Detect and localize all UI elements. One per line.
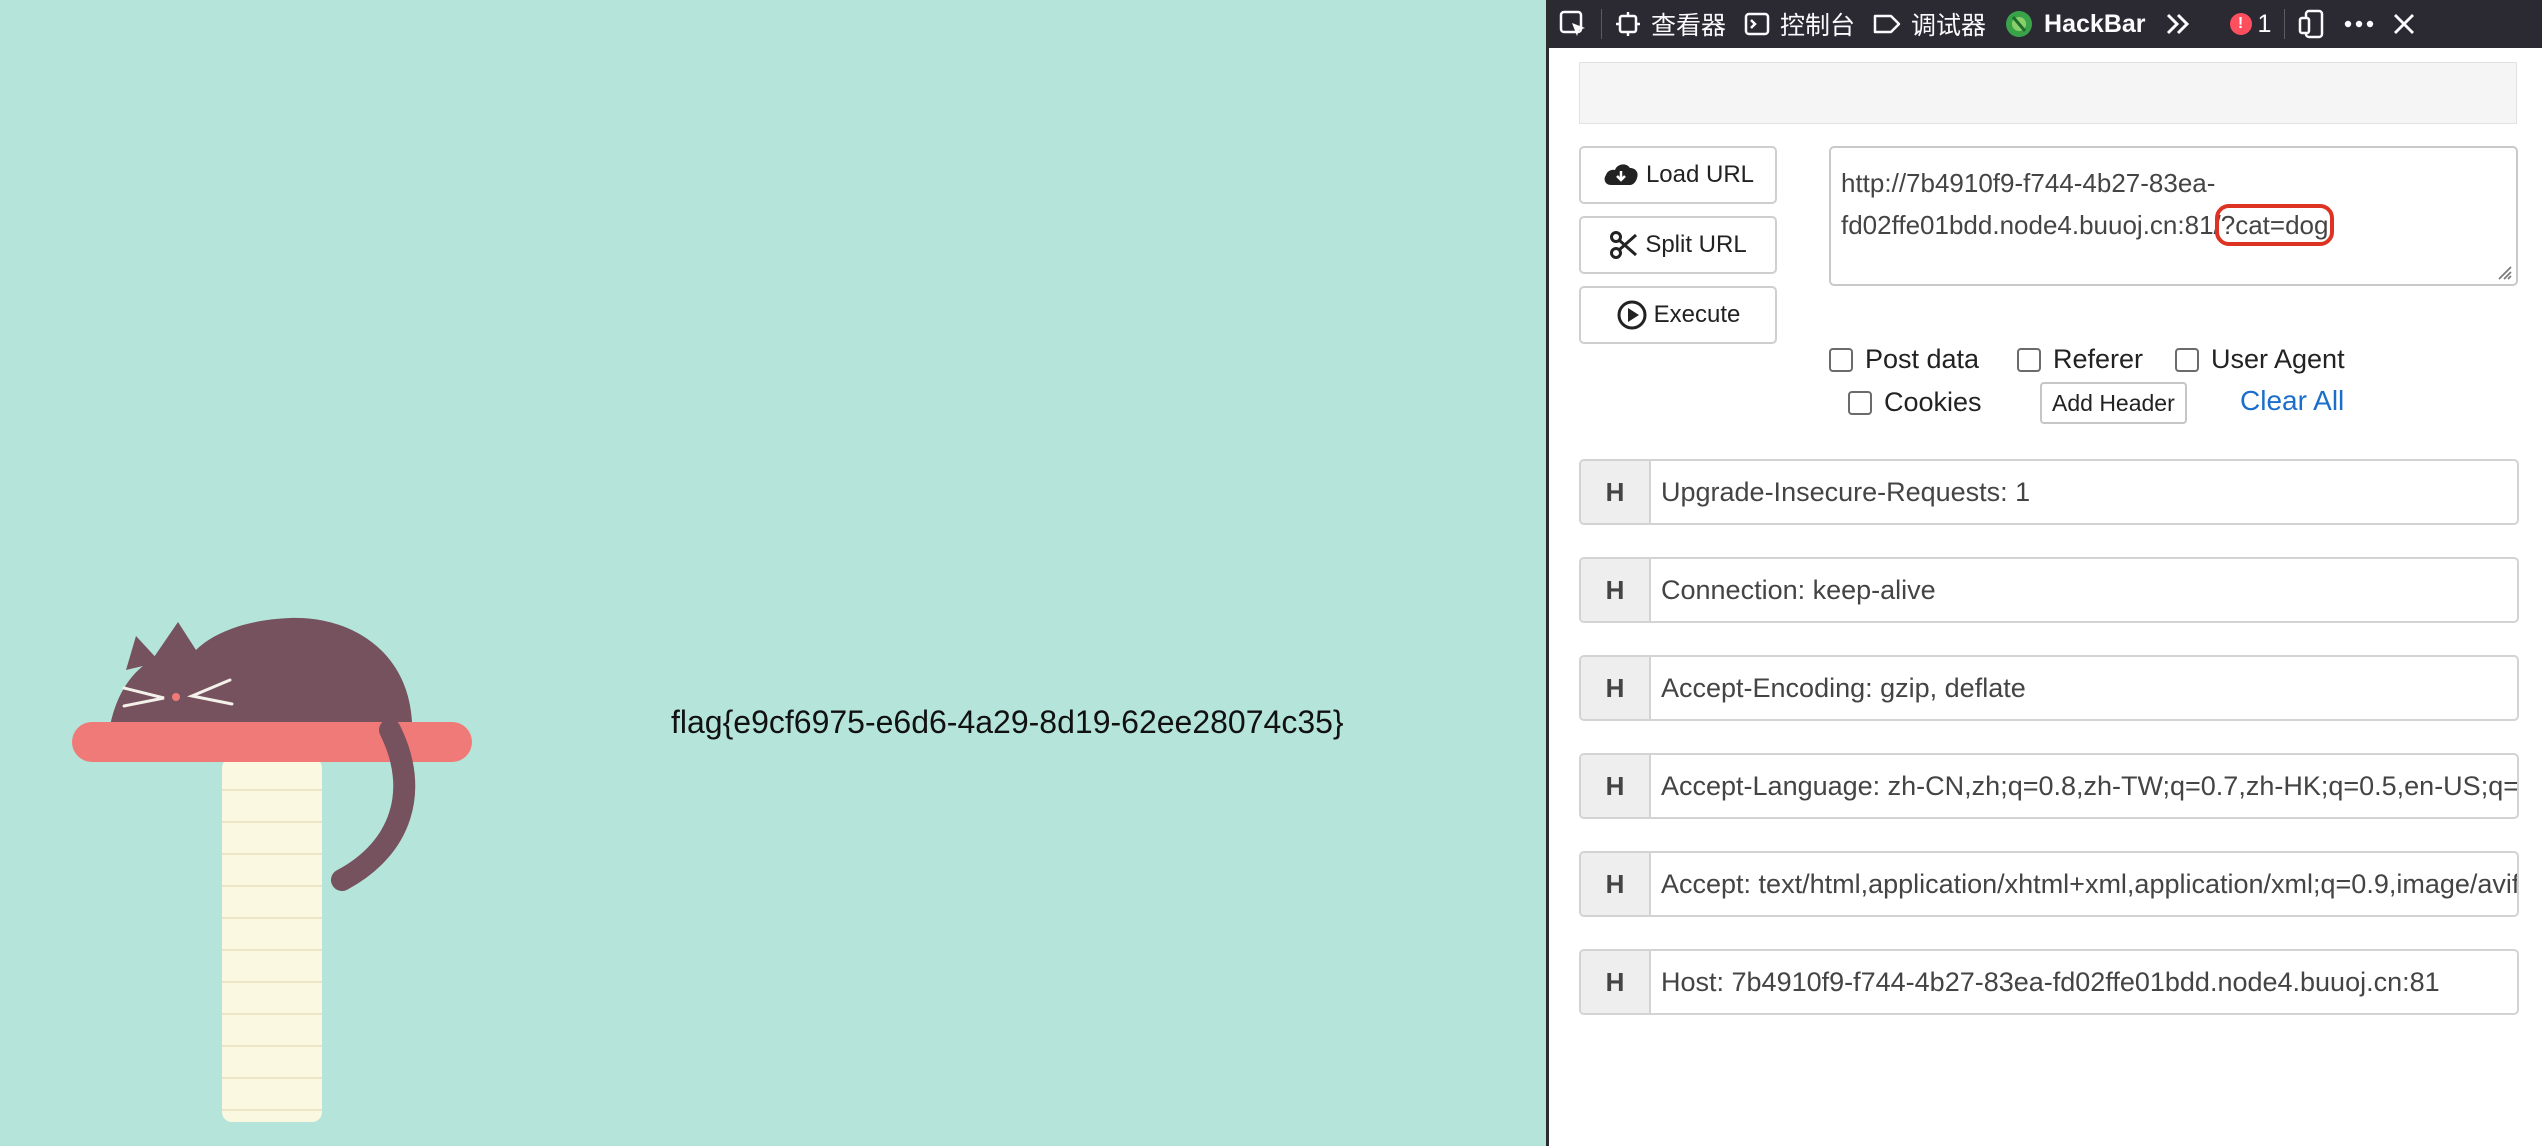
cookies-option[interactable]: Cookies [1848,387,1982,418]
post-data-option[interactable]: Post data [1829,344,1979,375]
tab-debugger[interactable]: 调试器 [1864,0,1995,48]
execute-label: Execute [1653,301,1741,328]
add-header-button[interactable]: Add Header [2040,382,2187,424]
url-textarea[interactable]: http://7b4910f9-f744-4b27-83ea- fd02ffe0… [1829,146,2518,286]
user-agent-option[interactable]: User Agent [2175,344,2345,375]
element-picker-button[interactable] [1549,0,1597,48]
web-page: flag{e9cf6975-e6d6-4a29-8d19-62ee28074c3… [0,0,1546,1146]
tab-hackbar[interactable]: HackBar [1995,0,2154,48]
tab-inspector-label: 查看器 [1651,12,1727,40]
cookies-checkbox[interactable] [1848,390,1872,415]
hackbar-logo-icon [2006,11,2033,37]
error-count-badge[interactable]: ! 1 [2221,0,2281,48]
header-toggle-button[interactable]: H [1581,559,1651,621]
play-circle-icon [1617,300,1647,330]
scratching-post [222,758,322,1122]
error-icon: ! [2229,13,2252,35]
header-value-field[interactable]: Host: 7b4910f9-f744-4b27-83ea-fd02ffe01b… [1651,951,2517,1013]
url-query-highlight: ?cat=dog [2214,204,2335,246]
cookies-label: Cookies [1884,387,1982,417]
console-icon [1744,12,1770,36]
clear-all-link[interactable]: Clear All [2240,385,2344,417]
referer-checkbox[interactable] [2017,347,2041,372]
user-agent-checkbox[interactable] [2175,347,2199,372]
devtools-panel: 查看器 控制台 调试器 HackBar ! 1 Load URL Split U… [1546,0,2542,1146]
tab-hackbar-label: HackBar [2044,9,2146,38]
tab-inspector[interactable]: 查看器 [1606,0,1735,48]
header-toggle-button[interactable]: H [1581,755,1651,817]
header-row: H Host: 7b4910f9-f744-4b27-83ea-fd02ffe0… [1579,949,2519,1015]
split-url-button[interactable]: Split URL [1579,216,1777,274]
url-line-2: fd02ffe01bdd.node4.buuoj.cn:81/?cat=dog [1841,204,2506,246]
header-value-field[interactable]: Accept: text/html,application/xhtml+xml,… [1651,853,2517,915]
header-row: H Accept: text/html,application/xhtml+xm… [1579,851,2519,917]
more-menu-button[interactable] [2335,0,2383,48]
scissors-icon [1610,231,1638,259]
referer-label: Referer [2053,344,2144,374]
flag-text: flag{e9cf6975-e6d6-4a29-8d19-62ee28074c3… [671,704,1344,740]
header-row: H Connection: keep-alive [1579,557,2519,623]
url-line-1: http://7b4910f9-f744-4b27-83ea- [1841,168,2216,198]
url-host-text: fd02ffe01bdd.node4.buuoj.cn:81/ [1841,210,2221,240]
header-toggle-button[interactable]: H [1581,657,1651,719]
responsive-design-button[interactable] [2289,0,2335,48]
hackbar-top-bar [1579,62,2517,124]
inspector-icon [1616,12,1640,36]
load-url-label: Load URL [1645,161,1755,188]
split-url-label: Split URL [1645,231,1747,258]
element-picker-icon [1559,10,1585,36]
cat-shelf [72,722,472,762]
hackbar-panel: Load URL Split URL Execute http://7b4910… [1549,48,2542,1146]
chevron-double-right-icon [2166,13,2189,35]
header-value-field[interactable]: Connection: keep-alive [1651,559,2517,621]
load-url-button[interactable]: Load URL [1579,146,1777,204]
cloud-download-icon [1604,164,1638,185]
header-row: H Upgrade-Insecure-Requests: 1 [1579,459,2519,525]
devtools-toolbar: 查看器 控制台 调试器 HackBar ! 1 [1549,0,2542,48]
toolbar-separator [1601,9,1602,39]
responsive-design-icon [2299,9,2324,39]
resize-grip-icon[interactable] [2494,262,2512,280]
more-dots-icon [2345,20,2374,28]
tab-overflow-button[interactable] [2155,0,2201,48]
post-data-checkbox[interactable] [1829,347,1853,372]
header-row: H Accept-Encoding: gzip, deflate [1579,655,2519,721]
header-value-field[interactable]: Accept-Encoding: gzip, deflate [1651,657,2517,719]
toolbar-separator [2284,9,2286,39]
header-value-field[interactable]: Upgrade-Insecure-Requests: 1 [1651,461,2517,523]
tab-console[interactable]: 控制台 [1735,0,1864,48]
header-row: H Accept-Language: zh-CN,zh;q=0.8,zh-TW;… [1579,753,2519,819]
referer-option[interactable]: Referer [2017,344,2143,375]
header-toggle-button[interactable]: H [1581,951,1651,1013]
header-toggle-button[interactable]: H [1581,853,1651,915]
close-devtools-button[interactable] [2383,0,2425,48]
cat-illustration [72,617,472,1122]
close-icon [2394,14,2415,34]
error-count: 1 [2257,9,2272,38]
user-agent-label: User Agent [2211,344,2345,374]
tab-debugger-label: 调试器 [1911,12,1987,40]
header-value-field[interactable]: Accept-Language: zh-CN,zh;q=0.8,zh-TW;q=… [1651,755,2517,817]
post-data-label: Post data [1865,344,1980,374]
tab-console-label: 控制台 [1780,12,1856,40]
header-toggle-button[interactable]: H [1581,461,1651,523]
debugger-icon [1873,14,1901,34]
execute-button[interactable]: Execute [1579,286,1777,344]
